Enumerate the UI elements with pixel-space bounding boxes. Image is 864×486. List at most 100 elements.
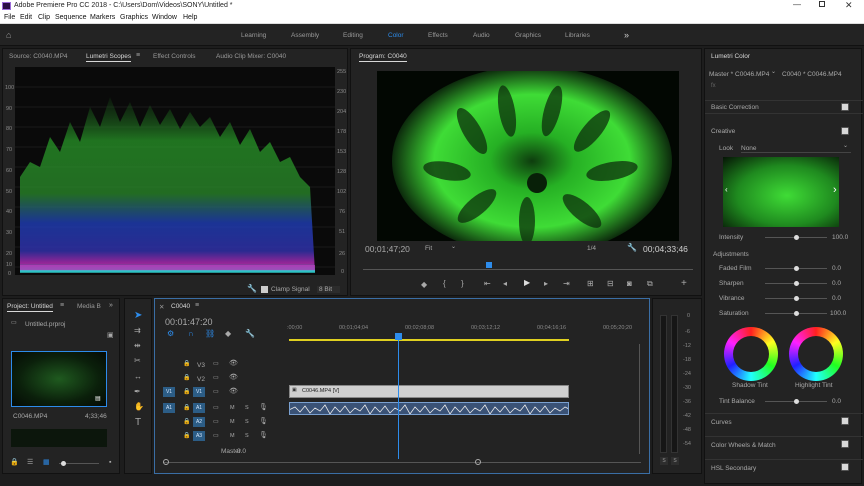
program-scrubber[interactable] [363,269,693,270]
master-clip-selector[interactable]: Master * C0046.MP4 [709,71,769,78]
type-tool-icon[interactable]: T [135,418,141,428]
tint-balance-value[interactable]: 0.0 [832,398,841,405]
creative-checkbox[interactable] [841,127,849,135]
audio-clip[interactable] [289,402,569,415]
mark-in-icon[interactable]: { [443,280,446,288]
minimize-icon[interactable]: — [793,0,801,9]
mute-button[interactable]: M [230,419,235,425]
track-lock-icon[interactable]: 🔒 [183,389,190,395]
settings-wrench-icon[interactable]: 🔧 [627,244,637,252]
maximize-icon[interactable] [819,1,825,7]
menu-clip[interactable]: Clip [38,14,50,21]
program-current-timecode[interactable]: 00;01;47;20 [365,244,410,254]
workspace-libraries[interactable]: Libraries [565,32,590,39]
workspace-color[interactable]: Color [388,32,404,39]
faded-film-value[interactable]: 0.0 [832,265,841,272]
mark-out-icon[interactable]: } [461,280,464,288]
intensity-knob[interactable] [794,235,799,240]
saturation-knob[interactable] [794,311,799,316]
add-marker-icon[interactable]: ◆ [421,281,427,289]
tint-balance-knob[interactable] [794,399,799,404]
clip-chevron-icon[interactable]: ⌄ [771,69,776,75]
eye-icon[interactable]: 👁 [229,360,238,367]
track-label[interactable]: A3 [193,431,205,441]
scroll-end-handle[interactable] [475,459,481,465]
workspace-effects[interactable]: Effects [428,32,448,39]
fx-icon[interactable]: fx [711,83,716,89]
sync-lock-icon[interactable]: ▭ [213,405,219,411]
track-select-tool-icon[interactable]: ⇉ [134,327,141,335]
mute-button[interactable]: M [230,405,235,411]
master-volume-value[interactable]: 0.0 [237,448,246,455]
look-dropdown[interactable]: None [741,145,851,153]
mute-button[interactable]: M [230,433,235,439]
workspace-editing[interactable]: Editing [343,32,363,39]
tab-sequence[interactable]: C0040 [171,303,190,311]
vibrance-value[interactable]: 0.0 [832,295,841,302]
meter-solo-left[interactable]: S [660,457,668,465]
video-clip[interactable]: ▣ C0046.MP4 [V] [289,385,569,398]
solo-button[interactable]: S [245,405,249,411]
hand-tool-icon[interactable]: ✋ [134,403,144,411]
insert-icon[interactable]: ⊞ [587,280,594,288]
timeline-timecode[interactable]: 00:01:47:20 [165,317,213,327]
color-wheels-checkbox[interactable] [841,440,849,448]
ripple-edit-tool-icon[interactable]: ⇹ [134,342,141,350]
menu-file[interactable]: File [4,14,15,21]
panel-menu-icon[interactable]: ≡ [136,52,140,59]
menu-help[interactable]: Help [183,14,197,21]
go-to-in-icon[interactable]: ⇤ [484,280,491,288]
menu-edit[interactable]: Edit [20,14,32,21]
hsl-secondary-checkbox[interactable] [841,463,849,471]
menu-window[interactable]: Window [152,14,177,21]
track-lock-icon[interactable]: 🔒 [183,405,190,411]
nest-icon[interactable]: ⚙ [167,330,174,338]
tab-audio-clip-mixer[interactable]: Audio Clip Mixer: C0040 [216,53,286,60]
sync-lock-icon[interactable]: ▭ [213,361,219,367]
meter-solo-right[interactable]: S [671,457,679,465]
intensity-value[interactable]: 100.0 [832,234,848,241]
selection-tool-icon[interactable]: ➤ [134,311,142,321]
timeline-playhead-line[interactable] [398,339,399,459]
list-view-icon[interactable]: ☰ [27,459,33,466]
sync-lock-icon[interactable]: ▭ [213,389,219,395]
close-icon[interactable]: ✕ [845,0,853,11]
pen-tool-icon[interactable]: ✒ [134,388,141,396]
timeline-settings-icon[interactable]: 🔧 [245,330,255,338]
timeline-marker-icon[interactable]: ◆ [225,330,231,338]
new-bin-icon[interactable]: ▣ [107,332,114,339]
tab-media-browser[interactable]: Media B [77,303,101,310]
timeline-menu-icon[interactable]: ≡ [195,302,199,309]
sync-lock-icon[interactable]: ▭ [213,375,219,381]
eye-icon[interactable]: 👁 [229,388,238,395]
bit-depth-select[interactable]: 8 Bit [317,286,341,293]
more-workspaces-icon[interactable]: » [624,30,629,40]
timeline-close-icon[interactable]: ✕ [159,303,164,311]
sharpen-value[interactable]: 0.0 [832,280,841,287]
program-title[interactable]: Program: C0040 [359,53,407,62]
track-label[interactable]: A2 [193,417,205,427]
lumetri-title[interactable]: Lumetri Color [711,53,750,61]
track-lock-icon[interactable]: 🔒 [183,419,190,425]
zoom-knob[interactable] [61,461,66,466]
saturation-value[interactable]: 100.0 [830,310,846,317]
sync-lock-icon[interactable]: ▭ [213,419,219,425]
source-patch-a1[interactable]: A1 [163,403,175,413]
menu-markers[interactable]: Markers [90,14,115,21]
lock-icon[interactable]: 🔒 [10,459,19,466]
eye-icon[interactable]: 👁 [229,374,238,381]
project-panel-menu-icon[interactable]: ≡ [60,302,64,309]
program-playhead[interactable] [486,262,492,268]
menu-sequence[interactable]: Sequence [55,14,87,21]
icon-view-icon[interactable]: ▦ [43,459,50,466]
export-frame-icon[interactable]: ◙ [627,280,632,288]
sharpen-knob[interactable] [794,281,799,286]
source-patch-v1[interactable]: V1 [163,387,175,397]
microphone-icon[interactable]: 🎙 [259,432,268,439]
timeline-vertical-scrollbar[interactable] [639,344,640,454]
creative-section[interactable]: Creative [705,125,863,139]
tab-lumetri-scopes[interactable]: Lumetri Scopes [86,53,132,62]
snap-icon[interactable]: ∩ [188,330,194,338]
basic-correction-section[interactable]: Basic Correction [705,100,863,114]
resolution-dropdown[interactable]: 1/4 [587,245,596,252]
